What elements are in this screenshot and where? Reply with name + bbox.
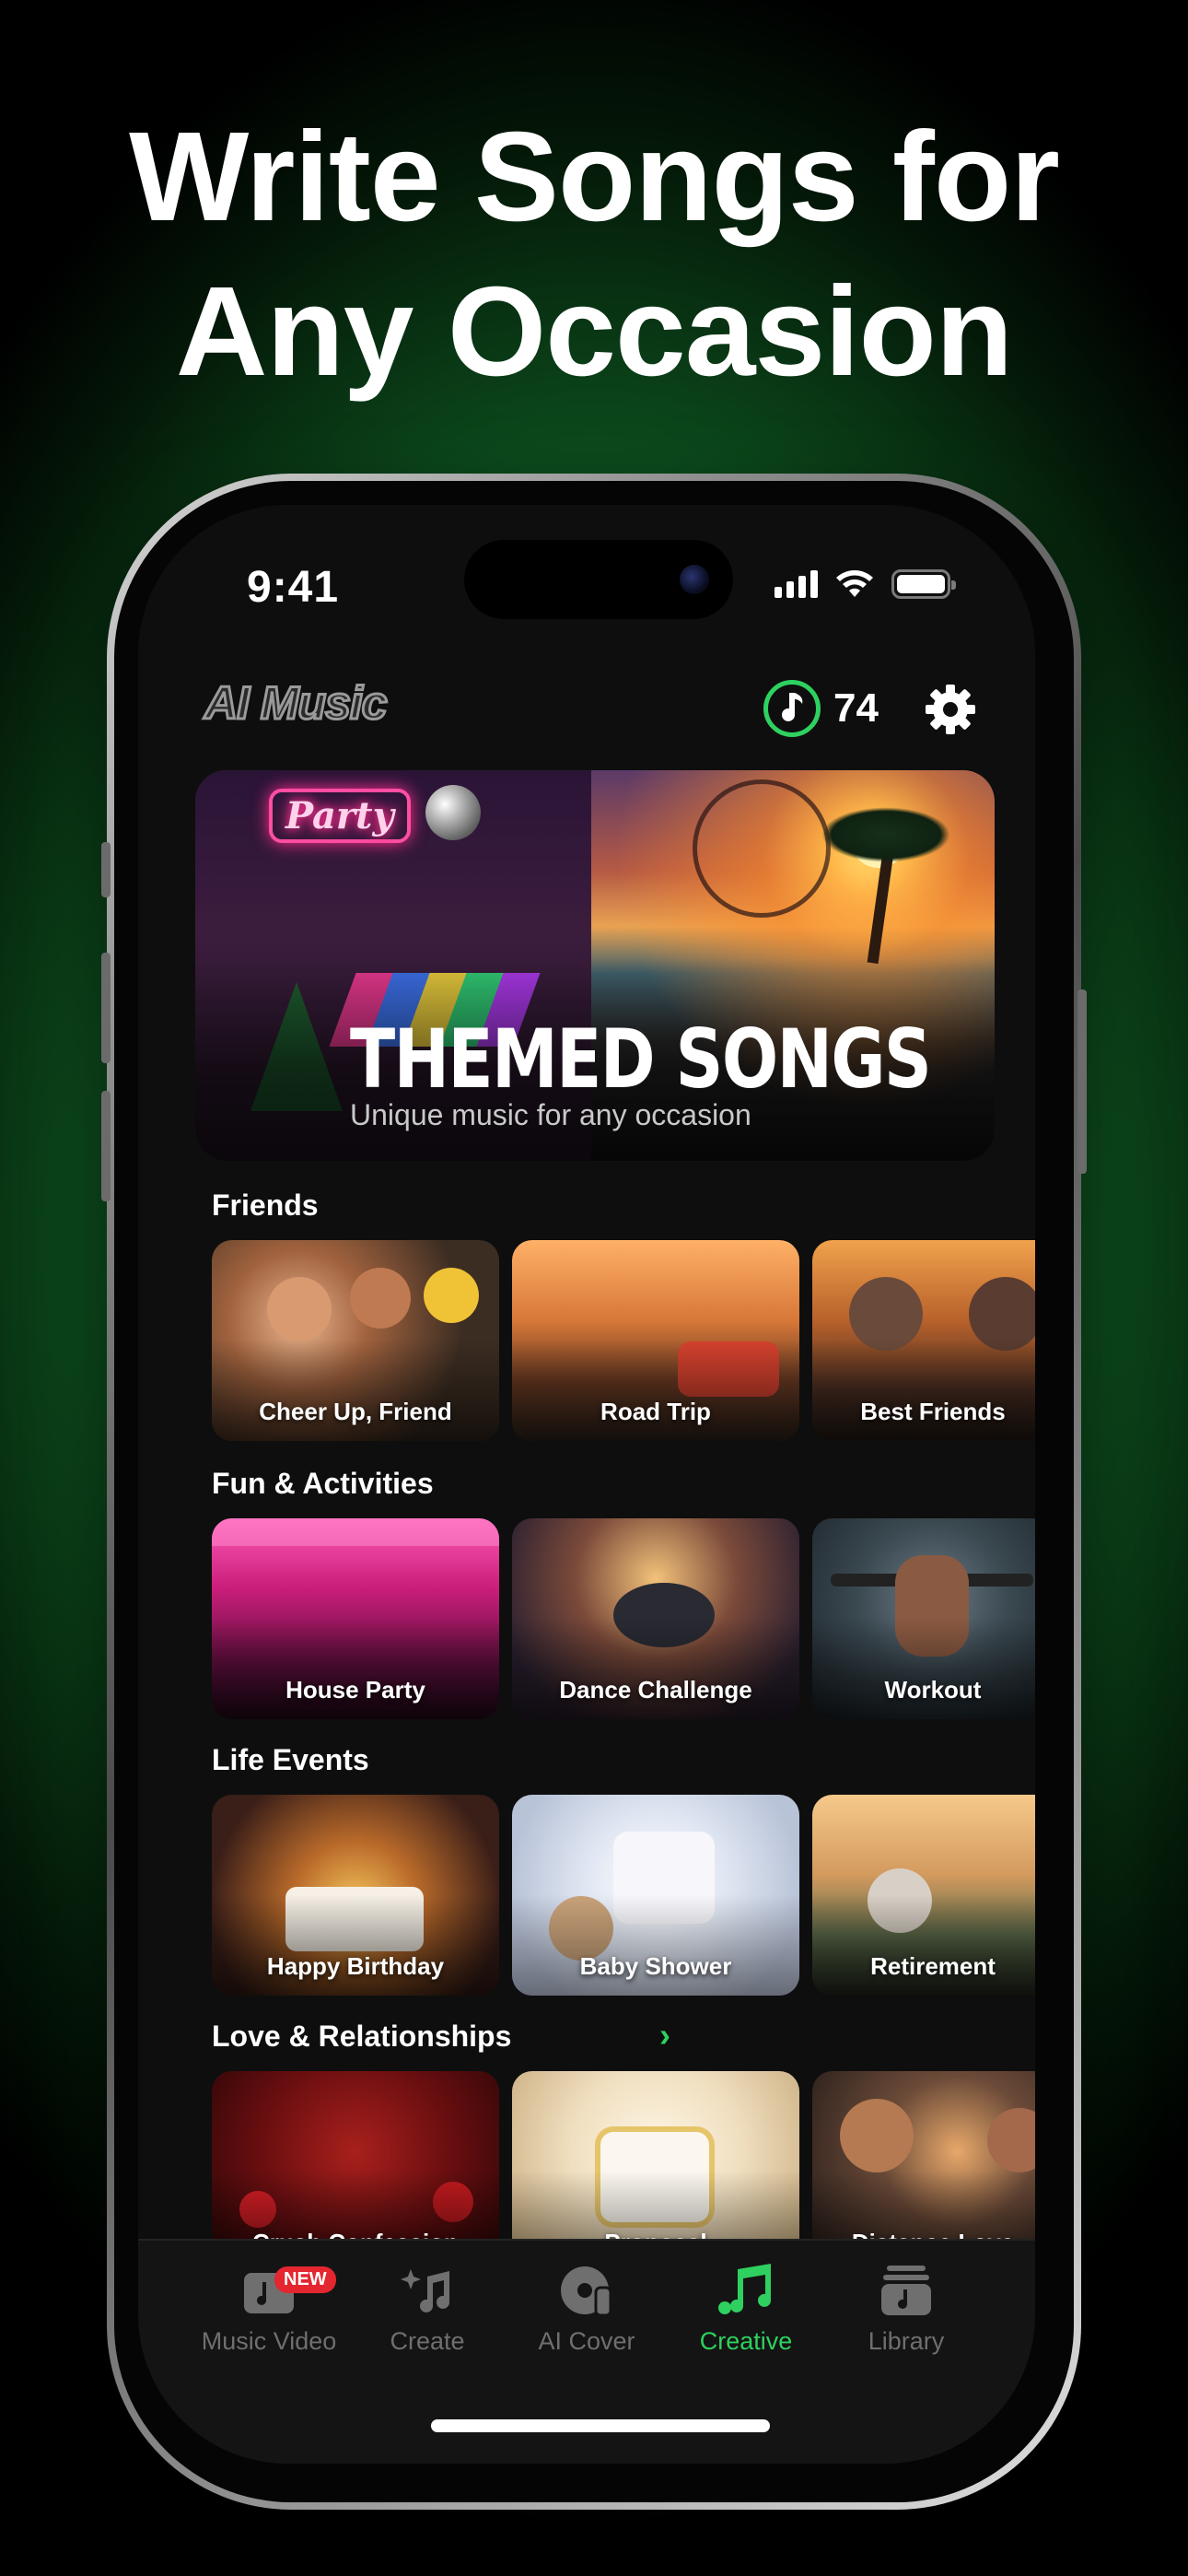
tab-music-video[interactable]: NEW Music Video [186,2261,352,2356]
tab-label: Create [390,2327,465,2355]
row-fun-activities: House Party Dance Challenge Workout [212,1518,1035,1719]
card-label: Baby Shower [579,1952,732,1980]
settings-gear-icon[interactable] [923,682,978,737]
create-sparkle-note-icon [398,2261,457,2320]
music-note-icon [763,680,821,737]
tab-create[interactable]: Create [344,2261,510,2356]
tab-label: Creative [699,2327,793,2355]
app-logo: AI Music [204,676,390,731]
card-road-trip[interactable]: Road Trip [512,1240,799,1441]
card-workout[interactable]: Workout [812,1518,1035,1719]
themed-songs-banner[interactable]: Party THEMED SONGS Unique music for any … [195,770,995,1161]
card-cheer-up-friend[interactable]: Cheer Up, Friend [212,1240,499,1441]
headline-line-2: Any Occasion [175,261,1013,403]
palm-leaves [821,807,950,862]
section-title-love-relationships: Love & Relationships [212,2020,512,2053]
creative-music-notes-icon [716,2261,775,2320]
volume-down-button [101,1091,111,1201]
section-title-life-events: Life Events [212,1743,369,1776]
banner-title: THEMED SONGS [350,1012,932,1107]
credit-count: 74 [833,685,879,731]
row-friends: Cheer Up, Friend Road Trip Best Friends [212,1240,1035,1441]
action-button [101,842,111,897]
home-indicator[interactable] [431,2419,770,2432]
card-label: Road Trip [600,1398,711,1425]
tab-label: Library [868,2327,945,2355]
ferris-wheel [693,779,831,918]
new-badge: NEW [274,2266,336,2293]
vinyl-disc-icon [557,2261,616,2320]
section-title-friends: Friends [212,1188,319,1222]
card-label: Happy Birthday [266,1952,445,1980]
volume-up-button [101,953,111,1063]
power-button [1077,989,1087,1174]
tab-label: Music Video [201,2327,337,2355]
party-neon-sign: Party [269,789,411,843]
phone-frame: 9:41 AI Music 74 Party THEMED SONGS Uniq… [101,474,1087,2510]
card-label: Retirement [870,1952,996,1980]
tab-library[interactable]: Library [823,2261,989,2356]
app-screen: 9:41 AI Music 74 Party THEMED SONGS Uniq… [138,505,1035,2464]
wifi-icon [836,570,873,597]
headline: Write Songs for Any Occasion [0,100,1188,409]
card-happy-birthday[interactable]: Happy Birthday [212,1795,499,1996]
tab-creative[interactable]: Creative [663,2261,829,2356]
card-label: Cheer Up, Friend [259,1398,452,1425]
headline-line-1: Write Songs for [129,106,1060,248]
cellular-signal-icon [775,570,818,598]
card-dance-challenge[interactable]: Dance Challenge [512,1518,799,1719]
tab-bar: NEW Music Video Create AI Cover Creative… [138,2239,1035,2464]
battery-icon [891,569,956,599]
card-house-party[interactable]: House Party [212,1518,499,1719]
marketing-stage: Write Songs for Any Occasion 9:41 AI Mus… [0,0,1188,2576]
card-label: House Party [285,1676,425,1704]
card-label: Workout [884,1676,982,1704]
dynamic-island [464,540,733,619]
disco-ball [425,785,481,840]
section-title-fun-activities: Fun & Activities [212,1467,434,1500]
library-icon [877,2261,936,2320]
status-icons [775,569,956,599]
card-best-friends[interactable]: Best Friends [812,1240,1035,1441]
front-camera [680,565,709,594]
card-label: Dance Challenge [559,1676,752,1704]
card-retirement[interactable]: Retirement [812,1795,1035,1996]
card-baby-shower[interactable]: Baby Shower [512,1795,799,1996]
tab-label: AI Cover [538,2327,635,2355]
status-time: 9:41 [247,563,340,612]
credits-balance[interactable]: 74 [763,680,879,737]
row-life-events: Happy Birthday Baby Shower Retirement [212,1795,1035,1996]
chevron-right-icon[interactable]: › [659,2016,670,2055]
tab-ai-cover[interactable]: AI Cover [504,2261,670,2356]
card-label: Best Friends [860,1398,1006,1425]
banner-subtitle: Unique music for any occasion [350,1098,751,1131]
